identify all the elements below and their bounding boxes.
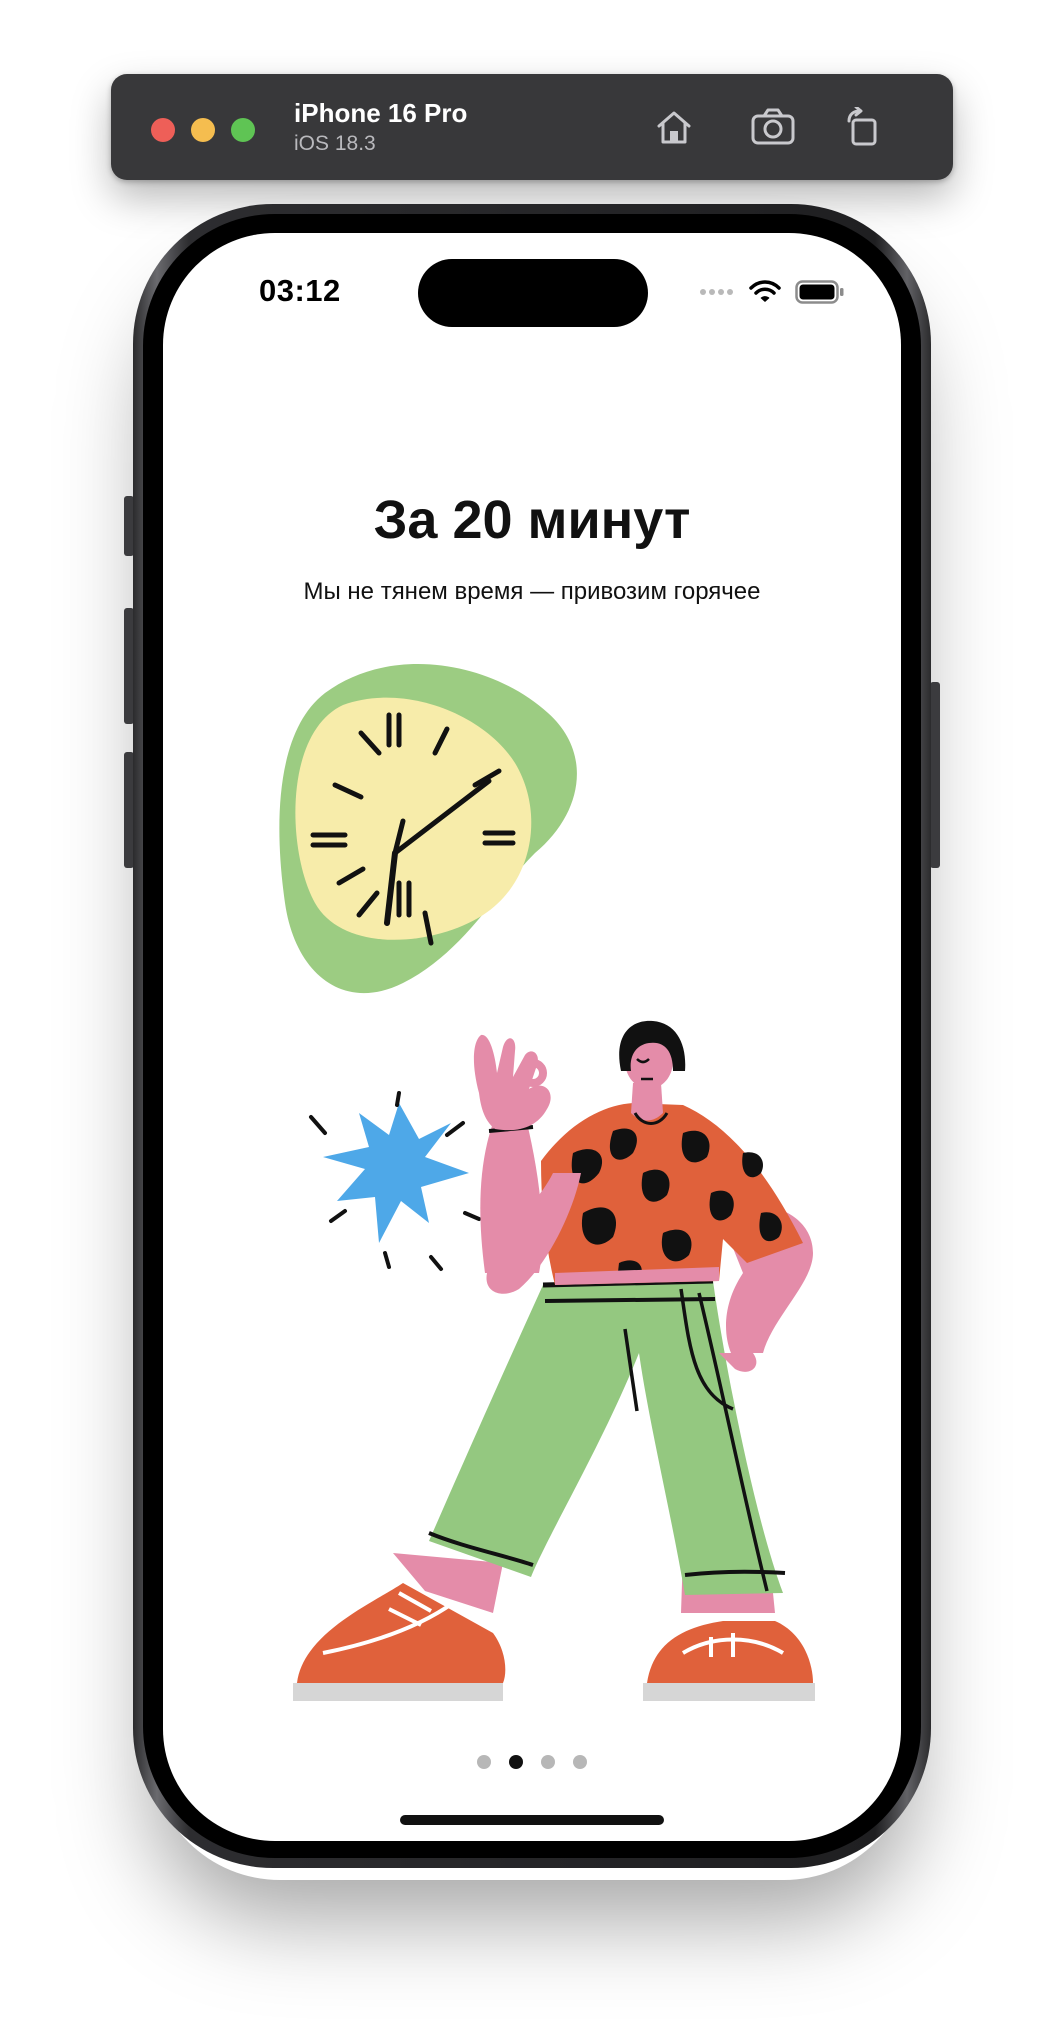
close-window-button[interactable] xyxy=(151,118,175,142)
simulator-title-bar: iPhone 16 Pro iOS 18.3 xyxy=(111,74,953,180)
head xyxy=(619,1020,686,1089)
os-version: iOS 18.3 xyxy=(294,132,376,155)
home-indicator[interactable] xyxy=(400,1815,664,1825)
phone-screen: 03:12 За 20 минут Мы не тянем время — пр… xyxy=(163,233,901,1841)
screenshot-button[interactable] xyxy=(748,102,798,152)
signal-dots-icon xyxy=(700,289,733,295)
status-time: 03:12 xyxy=(259,273,341,308)
onboarding-subtitle: Мы не тянем время — привозим горячее xyxy=(303,578,761,605)
simulator-window: iPhone 16 Pro iOS 18.3 03:12 За 20 минут… xyxy=(0,0,1064,2022)
page-indicator xyxy=(163,1755,901,1769)
camera-icon xyxy=(751,108,795,145)
device-name: iPhone 16 Pro xyxy=(294,98,468,128)
minimize-window-button[interactable] xyxy=(191,118,215,142)
starburst-icon xyxy=(309,1091,481,1271)
page-dot-2-active[interactable] xyxy=(509,1755,523,1769)
dynamic-island xyxy=(418,259,648,327)
onboarding-title: За 20 минут xyxy=(373,490,691,550)
zoom-window-button[interactable] xyxy=(231,118,255,142)
power-button xyxy=(930,682,940,868)
right-shoe xyxy=(643,1621,815,1701)
home-icon xyxy=(657,111,691,144)
rotate-button[interactable] xyxy=(838,102,888,152)
rotate-icon xyxy=(847,107,877,146)
wifi-icon xyxy=(749,280,781,302)
page-dot-4[interactable] xyxy=(573,1755,587,1769)
delivery-time-illustration xyxy=(279,664,815,1701)
home-button[interactable] xyxy=(649,102,699,152)
status-icons xyxy=(699,279,845,305)
battery-icon xyxy=(795,280,844,304)
page-dot-3[interactable] xyxy=(541,1755,555,1769)
page-dot-1[interactable] xyxy=(477,1755,491,1769)
